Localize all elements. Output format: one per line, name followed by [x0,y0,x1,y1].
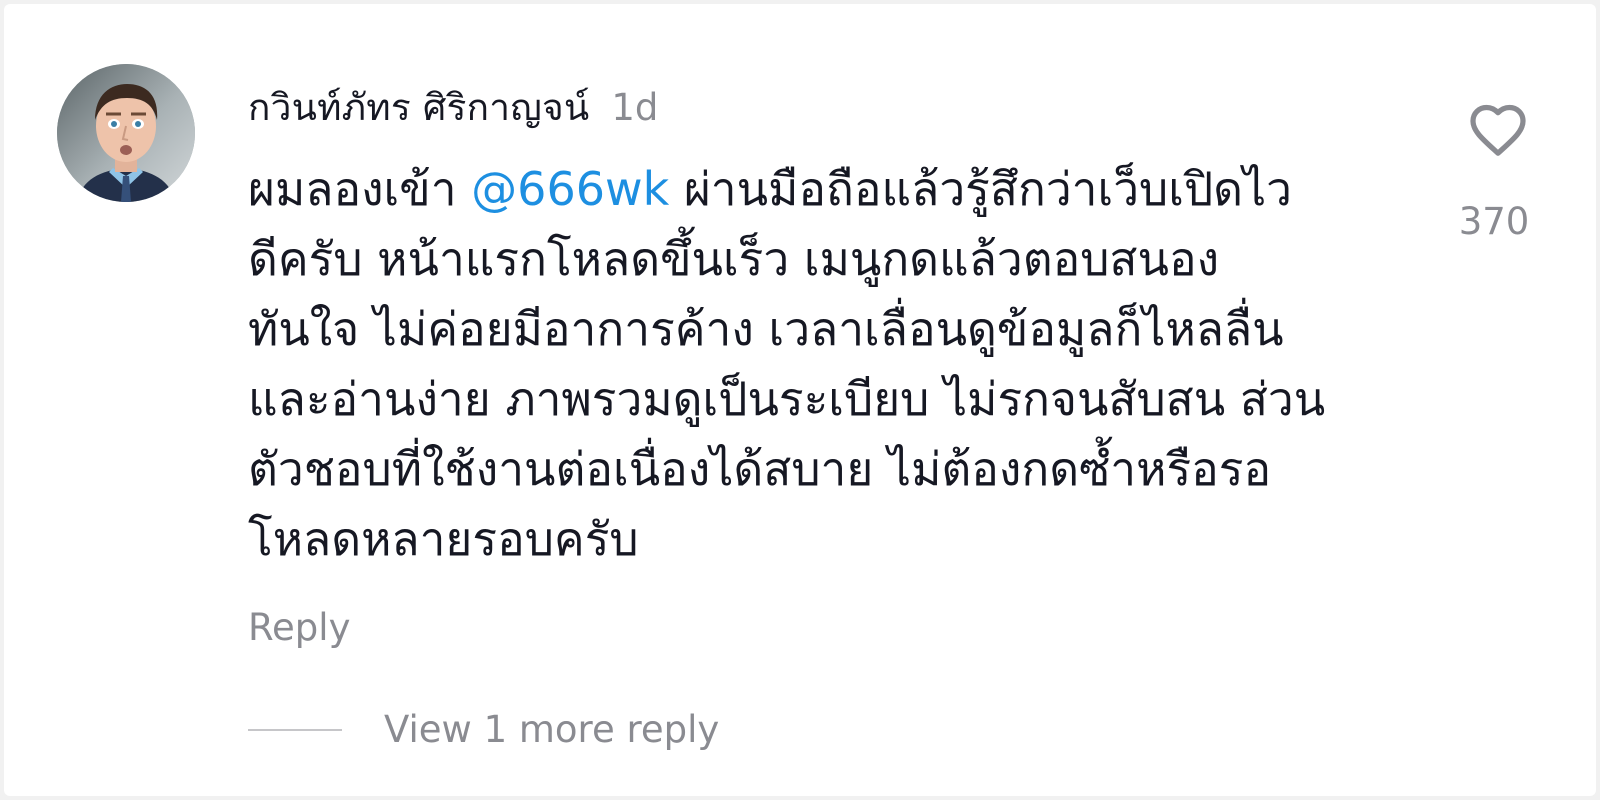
like-count: 370 [1458,200,1530,243]
avatar[interactable] [57,64,195,202]
comment-text: ผ่านมือถือแล้วรู้สึกว่าเว็บเปิดไว [669,162,1292,216]
comment-line: ตัวชอบที่ใช้งานต่อเนื่องได้สบาย ไม่ต้องก… [248,442,1272,496]
mention-link[interactable]: @666wk [471,162,669,216]
comment-line: โหลดหลายรอบครับ [248,512,639,566]
comment-text: ผมลองเข้า [248,162,472,216]
comment-card: กวินท์ภัทร ศิริกาญจน์ 1d ผมลองเข้า @666w… [4,4,1596,796]
like-button[interactable] [1468,102,1528,158]
heart-outline-icon [1470,104,1526,156]
comment-header: กวินท์ภัทร ศิริกาญจน์ 1d [248,78,658,137]
comment-line: และอ่านง่าย ภาพรวมดูเป็นระเบียบ ไม่รกจนส… [248,372,1326,426]
view-more-replies-label[interactable]: View 1 more reply [384,708,719,751]
view-more-replies[interactable]: View 1 more reply [248,708,719,751]
comment-line: ดีครับ หน้าแรกโหลดขึ้นเร็ว เมนูกดแล้วตอบ… [248,232,1220,286]
comment-line: ทันใจ ไม่ค่อยมีอาการค้าง เวลาเลื่อนดูข้อ… [248,302,1284,356]
divider-line [248,728,342,731]
comment-body: ผมลองเข้า @666wk ผ่านมือถือแล้วรู้สึกว่า… [248,154,1378,574]
reply-button[interactable]: Reply [248,606,350,649]
comment-line: ผมลองเข้า @666wk ผ่านมือถือแล้วรู้สึกว่า… [248,154,1378,224]
username[interactable]: กวินท์ภัทร ศิริกาญจน์ [248,78,589,137]
timestamp: 1d [611,86,659,129]
avatar-image [57,64,195,202]
